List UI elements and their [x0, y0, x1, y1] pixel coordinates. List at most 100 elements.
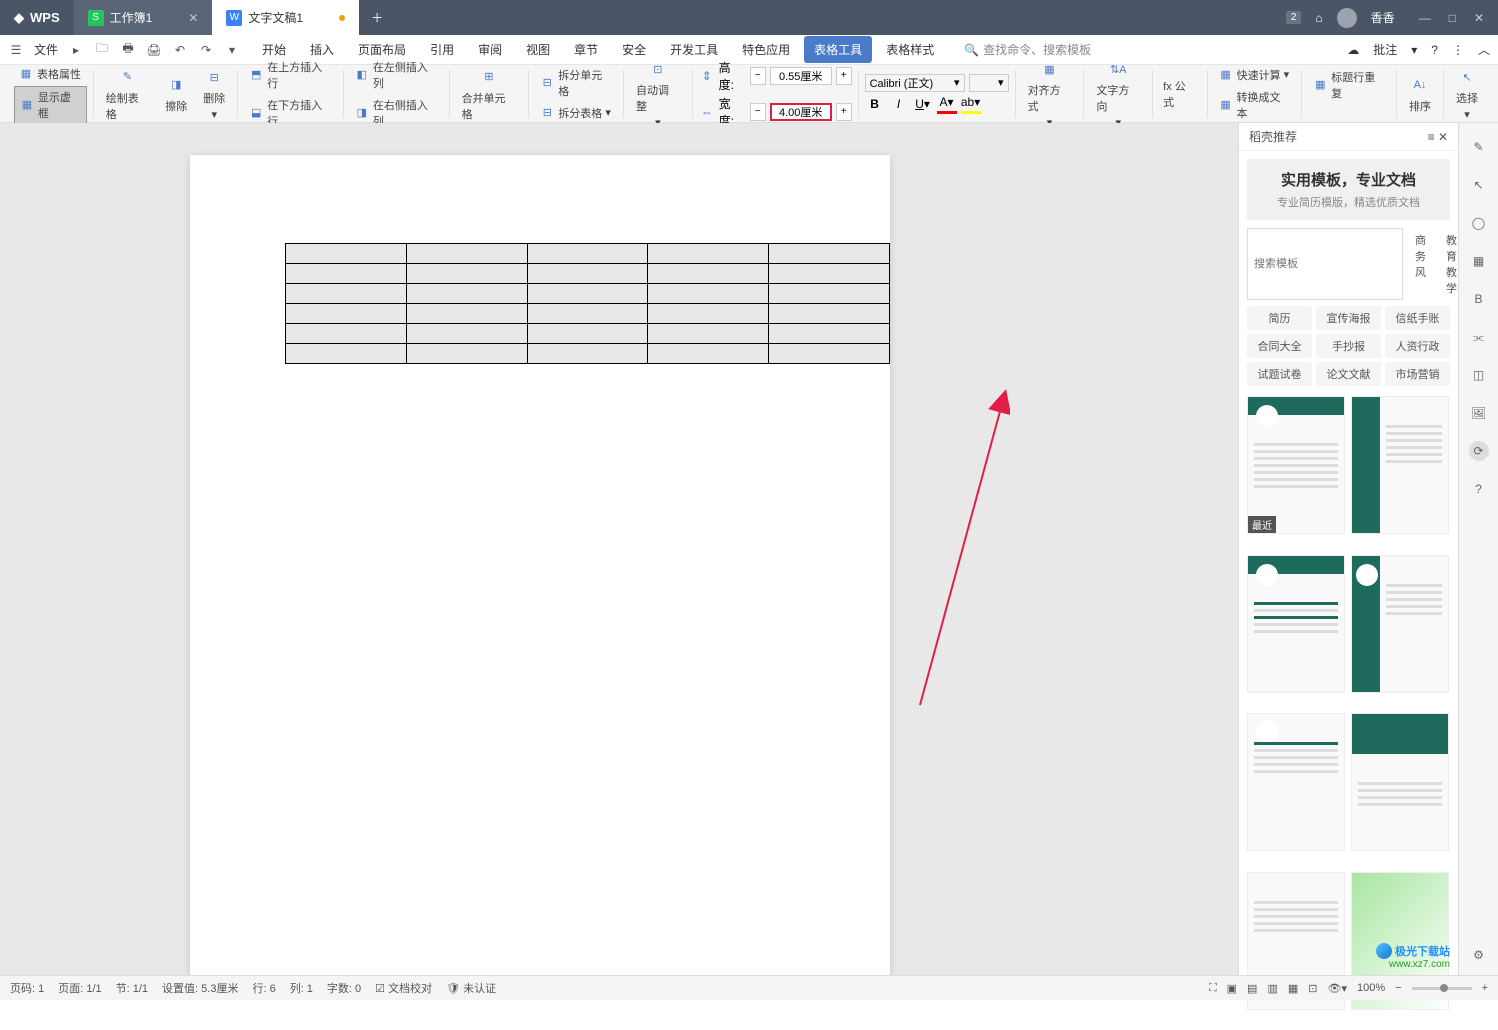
template-card[interactable] [1247, 555, 1345, 693]
maximize-icon[interactable]: □ [1449, 11, 1456, 25]
height-input[interactable] [770, 67, 832, 85]
font-size-select[interactable]: ▾ [969, 74, 1009, 92]
template-card[interactable] [1247, 713, 1345, 851]
dropdown-icon[interactable]: ▾ [224, 42, 240, 58]
tab-section[interactable]: 章节 [564, 36, 608, 63]
width-decrease-button[interactable]: − [750, 103, 766, 121]
print-icon[interactable]: 🖨 [146, 42, 162, 58]
template-card[interactable] [1351, 713, 1449, 851]
split-cells-button[interactable]: ⊟拆分单元格 [535, 65, 617, 101]
new-icon[interactable]: ▸ [68, 42, 84, 58]
annotate-button[interactable]: 批注 [1373, 41, 1397, 58]
outline-view-icon[interactable]: ▦ [1288, 982, 1298, 995]
image-icon[interactable]: 🖼 [1469, 403, 1489, 423]
redo-icon[interactable]: ↷ [198, 42, 214, 58]
menu-icon[interactable]: ☰ [8, 42, 24, 58]
save-icon[interactable]: 🖶 [120, 42, 136, 58]
auto-adjust-button[interactable]: ⊡自动调整▾ [630, 56, 686, 131]
cloud-icon[interactable]: ☁ [1347, 43, 1359, 57]
document-table[interactable] [285, 243, 890, 364]
close-window-icon[interactable]: ✕ [1474, 11, 1484, 25]
quick-calc-button[interactable]: ▦快速计算▾ [1214, 65, 1296, 85]
draw-table-button[interactable]: ✎绘制表格 [100, 64, 156, 124]
add-tab-button[interactable]: ＋ [359, 9, 395, 26]
underline-button[interactable]: U▾ [913, 94, 933, 114]
tag-paper[interactable]: 论文文献 [1316, 362, 1381, 386]
help-icon[interactable]: ? [1431, 43, 1438, 57]
zoom-level[interactable]: 100% [1357, 982, 1385, 994]
share-icon[interactable]: ⫘ [1469, 327, 1489, 347]
sort-button[interactable]: A↓排序 [1403, 72, 1437, 116]
tab-view[interactable]: 视图 [516, 36, 560, 63]
show-gridlines-button[interactable]: ▦显示虚框 [14, 86, 87, 124]
share-icon[interactable]: ⋮ [1452, 43, 1464, 57]
font-color-button[interactable]: A▾ [937, 94, 957, 114]
insert-left-button[interactable]: ◧在左侧插入列 [350, 57, 443, 93]
split-table-button[interactable]: ⊟拆分表格▾ [535, 103, 617, 123]
zoom-slider[interactable] [1412, 987, 1472, 990]
tag-poster[interactable]: 宣传海报 [1316, 306, 1381, 330]
cursor-icon[interactable]: ↖ [1469, 175, 1489, 195]
tag-hr[interactable]: 人资行政 [1385, 334, 1450, 358]
bold-button[interactable]: B [865, 94, 885, 114]
doccheck-button[interactable]: ☑ 文档校对 [375, 980, 432, 996]
tag-exam[interactable]: 试题试卷 [1247, 362, 1312, 386]
tab-workbook[interactable]: S 工作簿1 ✕ [74, 0, 213, 35]
notification-badge[interactable]: 2 [1286, 11, 1302, 24]
shapes-icon[interactable]: ◯ [1469, 213, 1489, 233]
help-icon[interactable]: ? [1469, 479, 1489, 499]
web-view-icon[interactable]: ▥ [1267, 982, 1277, 995]
template-card[interactable]: 最近 [1247, 396, 1345, 534]
page[interactable] [190, 155, 890, 975]
tag-contract[interactable]: 合同大全 [1247, 334, 1312, 358]
highlight-button[interactable]: ab▾ [961, 94, 981, 114]
tag-letter[interactable]: 信纸手账 [1385, 306, 1450, 330]
panel-close-icon[interactable]: ✕ [1438, 130, 1448, 144]
font-select[interactable]: Calibri (正文)▾ [865, 74, 965, 92]
open-icon[interactable]: 🗀 [94, 42, 110, 58]
table-properties-button[interactable]: ▦表格属性 [14, 64, 87, 84]
delete-button[interactable]: ⊟删除▾ [197, 64, 231, 123]
page-view-icon[interactable]: ▤ [1247, 982, 1257, 995]
tag-marketing[interactable]: 市场营销 [1385, 362, 1450, 386]
unauth-button[interactable]: 🛡 未认证 [446, 980, 496, 996]
fullscreen-icon[interactable]: ⛶ [1209, 982, 1217, 995]
avatar[interactable] [1337, 8, 1357, 28]
eye-icon[interactable]: 👁▾ [1327, 982, 1347, 995]
settings-icon[interactable]: ⚙ [1469, 945, 1489, 965]
height-decrease-button[interactable]: − [750, 67, 766, 85]
width-input[interactable] [770, 103, 832, 121]
template-search-input[interactable] [1247, 228, 1403, 300]
select-button[interactable]: ↖选择▾ [1450, 64, 1484, 123]
tab-document[interactable]: W 文字文稿1 [212, 0, 359, 35]
height-increase-button[interactable]: + [836, 67, 852, 85]
tab-table-style[interactable]: 表格样式 [876, 36, 944, 63]
zoom-out-icon[interactable]: − [1395, 982, 1401, 994]
undo-icon[interactable]: ↶ [172, 42, 188, 58]
chip-business[interactable]: 商务风 [1407, 228, 1434, 300]
merge-cells-button[interactable]: ⊞合并单元格 [456, 64, 523, 124]
zoom-in-icon[interactable]: + [1482, 982, 1488, 994]
template-card[interactable] [1351, 396, 1449, 534]
grid-icon[interactable]: ▦ [1469, 251, 1489, 271]
tag-resume[interactable]: 简历 [1247, 306, 1312, 330]
fit-icon[interactable]: ▣ [1227, 982, 1237, 995]
file-menu[interactable]: 文件 [34, 41, 58, 58]
eraser-button[interactable]: ◨擦除 [159, 72, 193, 116]
insert-above-button[interactable]: ⬒在上方插入行 [244, 57, 337, 93]
text-direction-button[interactable]: ⇅A文字方向▾ [1090, 56, 1146, 131]
bold-icon[interactable]: B [1469, 289, 1489, 309]
layers-icon[interactable]: ◫ [1469, 365, 1489, 385]
alignment-button[interactable]: ▦对齐方式▾ [1022, 56, 1078, 131]
header-repeat-button[interactable]: ▦标题行重复 [1308, 67, 1390, 103]
collapse-icon[interactable]: ︿ [1478, 41, 1490, 58]
close-icon[interactable]: ✕ [188, 11, 198, 25]
dropdown-icon[interactable]: ▾ [1411, 43, 1417, 57]
template-card[interactable] [1351, 555, 1449, 693]
minimize-icon[interactable]: — [1419, 11, 1431, 25]
reading-view-icon[interactable]: ⊡ [1308, 982, 1317, 995]
pencil-icon[interactable]: ✎ [1469, 137, 1489, 157]
formula-button[interactable]: fx 公式 [1159, 76, 1200, 112]
italic-button[interactable]: I [889, 94, 909, 114]
tab-review[interactable]: 审阅 [468, 36, 512, 63]
